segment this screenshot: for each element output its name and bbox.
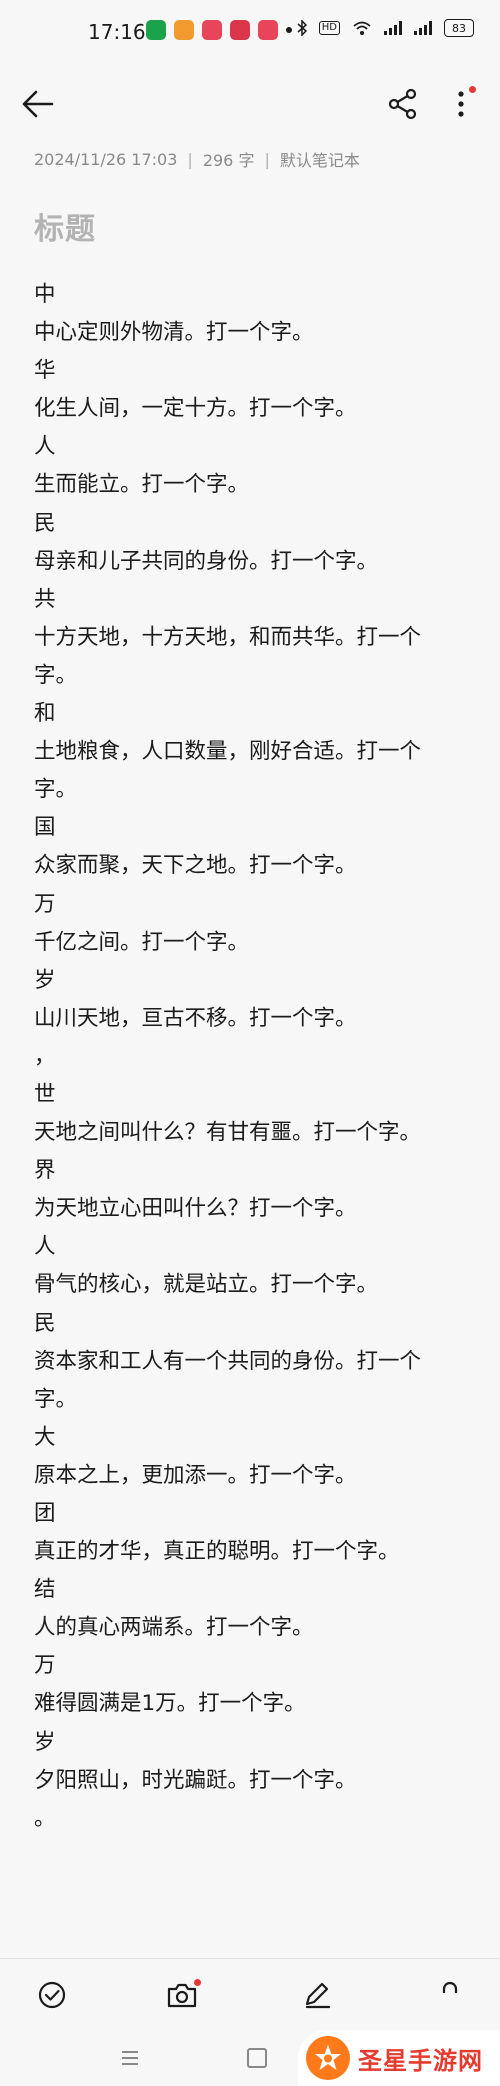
note-line: 华 (34, 358, 56, 384)
watermark-logo-icon (306, 2036, 350, 2080)
back-button[interactable] (18, 84, 58, 124)
note-line: 世 (34, 1081, 56, 1107)
title-input[interactable]: 标题 (34, 204, 96, 248)
note-notebook[interactable]: 默认笔记本 (280, 147, 360, 171)
note-date: 2024/11/26 17:03 (34, 149, 178, 169)
note-line: 千亿之间。打一个字。 (34, 929, 250, 955)
notification-dot (469, 86, 476, 93)
note-line: 岁 (34, 1729, 56, 1755)
hd-icon: HD (318, 21, 340, 35)
lock-icon (442, 1981, 458, 1993)
note-meta: 2024/11/26 17:03 | 296 字 | 默认笔记本 (34, 147, 360, 171)
handwriting-button[interactable] (299, 1977, 335, 2013)
status-indicators: HD 83 (297, 19, 474, 37)
note-line: 万 (34, 1653, 56, 1679)
note-body-editor[interactable]: 中中心定则外物清。打一个字。华化生人间，一定十方。打一个字。人生而能立。打一个字… (34, 276, 454, 1838)
app-notification-icon (174, 20, 194, 40)
note-line: 真正的才华，真正的聪明。打一个字。 (34, 1539, 400, 1565)
note-line: 原本之上，更加添一。打一个字。 (34, 1462, 357, 1488)
note-line: 共 (34, 586, 56, 612)
checklist-button[interactable] (34, 1977, 70, 2013)
share-button[interactable] (383, 84, 423, 124)
note-line: 界 (34, 1158, 56, 1184)
top-toolbar (0, 70, 500, 134)
status-bar: 17:16 HD 83 (0, 0, 500, 64)
bluetooth-icon (297, 20, 307, 36)
note-line: 人的真心两端系。打一个字。 (34, 1615, 314, 1641)
note-line: 人 (34, 1234, 56, 1260)
note-line: ， (34, 1043, 56, 1069)
signal-icon (384, 21, 402, 35)
note-line: 难得圆满是1万。打一个字。 (34, 1691, 306, 1717)
note-line: 民 (34, 510, 56, 536)
menu-icon (122, 2051, 138, 2065)
note-line: 众家而聚，天下之地。打一个字。 (34, 853, 357, 879)
note-line: 资本家和工人有一个共同的身份。打一个字。 (34, 1348, 422, 1412)
back-arrow-icon (22, 90, 54, 118)
app-notification-icon (202, 20, 222, 40)
notification-dot (194, 1979, 201, 1986)
note-line: 人 (34, 434, 56, 460)
note-line: 母亲和儿子共同的身份。打一个字。 (34, 548, 379, 574)
note-line: 中 (34, 282, 56, 307)
note-word-count: 296 字 (202, 151, 255, 170)
share-icon (388, 88, 417, 120)
note-line: 。 (34, 1805, 56, 1831)
note-line: 大 (34, 1424, 56, 1450)
note-line: 国 (34, 815, 56, 841)
note-line: 土地粮食，人口数量，刚好合适。打一个字。 (34, 739, 422, 803)
lock-button[interactable] (432, 1977, 468, 2013)
note-line: 中心定则外物清。打一个字。 (34, 320, 314, 346)
battery-icon: 83 (444, 19, 474, 37)
meta-divider: | (264, 149, 270, 169)
note-line: 天地之间叫什么？有甘有噩。打一个字。 (34, 1120, 422, 1146)
note-line: 夕阳照山，时光蹁跹。打一个字。 (34, 1767, 357, 1793)
recent-apps-button[interactable] (120, 2050, 140, 2070)
app-notification-icon (230, 20, 250, 40)
checklist-icon (38, 1981, 66, 2009)
note-line: 为天地立心田叫什么？打一个字。 (34, 1196, 357, 1222)
note-line: 十方天地，十方天地，和而共华。打一个字。 (34, 624, 422, 688)
home-button[interactable] (247, 2048, 267, 2068)
bottom-toolbar (0, 1958, 500, 2029)
camera-button[interactable] (164, 1977, 201, 2013)
note-line: 生而能立。打一个字。 (34, 472, 250, 498)
note-line: 和 (34, 701, 56, 727)
note-line: 结 (34, 1577, 56, 1603)
wifi-icon (352, 20, 372, 36)
note-line: 岁 (34, 967, 56, 993)
note-line: 山川天地，亘古不移。打一个字。 (34, 1005, 357, 1031)
note-line: 万 (34, 891, 56, 917)
more-button[interactable] (446, 84, 476, 124)
site-watermark: 圣星手游网 (298, 2030, 500, 2086)
note-line: 民 (34, 1310, 56, 1336)
status-time: 17:16 (88, 20, 146, 44)
pen-icon (305, 1982, 331, 2009)
app-notification-icon (258, 20, 278, 40)
notification-icons (146, 20, 292, 40)
signal-icon (414, 21, 432, 35)
watermark-text: 圣星手游网 (358, 2046, 483, 2075)
note-line: 骨气的核心，就是站立。打一个字。 (34, 1272, 379, 1298)
meta-divider: | (187, 149, 193, 169)
more-notifications-dot-icon (286, 27, 292, 33)
note-line: 化生人间，一定十方。打一个字。 (34, 396, 357, 422)
app-notification-icon (146, 20, 166, 40)
note-line: 团 (34, 1501, 56, 1526)
